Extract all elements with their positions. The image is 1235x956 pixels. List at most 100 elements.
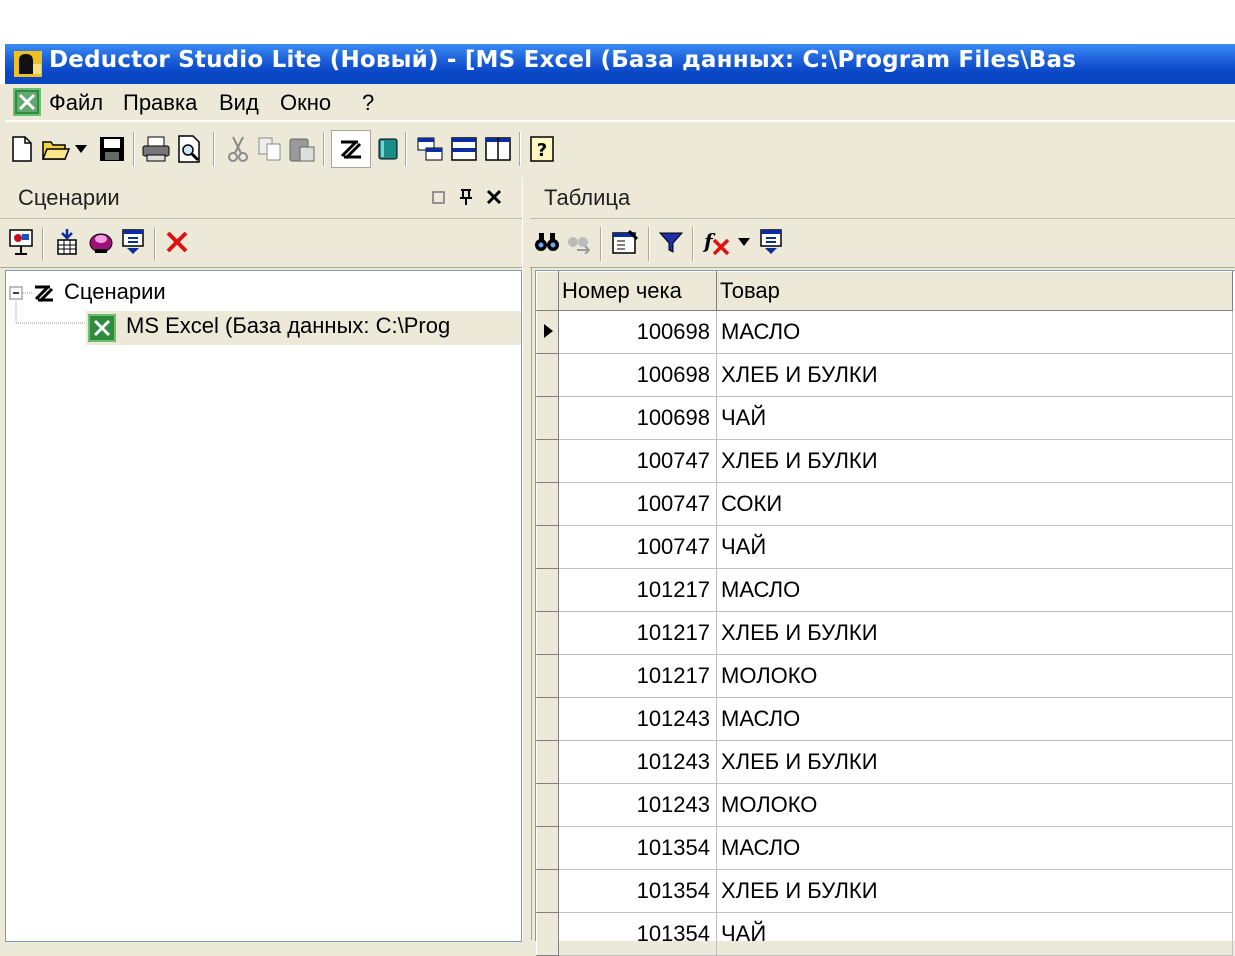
row-indicator[interactable]: [536, 826, 559, 870]
cell-receipt-number[interactable]: 101217: [558, 611, 717, 655]
wizard-icon[interactable]: [6, 227, 36, 257]
import-icon[interactable]: [52, 227, 82, 257]
collapse-icon[interactable]: [9, 286, 23, 300]
cell-receipt-number[interactable]: 101354: [558, 912, 717, 956]
table-row[interactable]: 101243 МОЛОКО: [536, 783, 1233, 827]
tree-item-ms-excel[interactable]: MS Excel (База данных: C:\Prog: [86, 311, 521, 345]
table-row[interactable]: 101217 МАСЛО: [536, 568, 1233, 612]
paste-icon[interactable]: [287, 134, 317, 164]
cell-product[interactable]: МАСЛО: [716, 697, 1233, 741]
pin-icon[interactable]: [458, 188, 474, 206]
row-indicator[interactable]: [536, 740, 559, 784]
tile-horizontal-icon[interactable]: [449, 134, 479, 164]
handler-icon[interactable]: [86, 227, 116, 257]
table-row[interactable]: 100747 ЧАЙ: [536, 525, 1233, 569]
menu-file[interactable]: Файл: [49, 90, 103, 116]
delete-icon[interactable]: [162, 227, 192, 257]
table-row[interactable]: 101217 ХЛЕБ И БУЛКИ: [536, 611, 1233, 655]
cell-receipt-number[interactable]: 100747: [558, 439, 717, 483]
table-row[interactable]: 100698 МАСЛО: [536, 310, 1233, 354]
print-icon[interactable]: [141, 134, 171, 164]
row-indicator[interactable]: [536, 783, 559, 827]
save-icon[interactable]: [97, 134, 127, 164]
cell-product[interactable]: ЧАЙ: [716, 525, 1233, 569]
menu-edit[interactable]: Правка: [123, 90, 197, 116]
cut-icon[interactable]: [223, 134, 253, 164]
cell-receipt-number[interactable]: 101217: [558, 568, 717, 612]
cell-receipt-number[interactable]: 100747: [558, 525, 717, 569]
cell-product[interactable]: МАСЛО: [716, 568, 1233, 612]
cascade-icon[interactable]: [415, 134, 445, 164]
filter-icon[interactable]: [656, 227, 686, 257]
cell-receipt-number[interactable]: 101243: [558, 740, 717, 784]
cell-product[interactable]: СОКИ: [716, 482, 1233, 526]
table-row[interactable]: 100698 ХЛЕБ И БУЛКИ: [536, 353, 1233, 397]
find-next-icon[interactable]: [564, 227, 594, 257]
row-indicator[interactable]: [536, 439, 559, 483]
table-row[interactable]: 100747 СОКИ: [536, 482, 1233, 526]
row-indicator[interactable]: [536, 611, 559, 655]
cell-product[interactable]: ХЛЕБ И БУЛКИ: [716, 869, 1233, 913]
scenarios-icon[interactable]: [331, 130, 371, 168]
column-header-receipt[interactable]: Номер чека: [558, 271, 717, 311]
app-icon[interactable]: [13, 50, 43, 78]
cell-product[interactable]: ЧАЙ: [716, 912, 1233, 956]
table-row[interactable]: 100747 ХЛЕБ И БУЛКИ: [536, 439, 1233, 483]
copy-icon[interactable]: [255, 134, 285, 164]
cell-receipt-number[interactable]: 101243: [558, 783, 717, 827]
cell-receipt-number[interactable]: 100747: [558, 482, 717, 526]
print-preview-icon[interactable]: [175, 134, 205, 164]
cell-product[interactable]: ХЛЕБ И БУЛКИ: [716, 740, 1233, 784]
table-row[interactable]: 101217 МОЛОКО: [536, 654, 1233, 698]
row-indicator[interactable]: [536, 568, 559, 612]
row-indicator[interactable]: [536, 525, 559, 569]
visualizer-icon[interactable]: [118, 227, 148, 257]
dropdown-arrow-icon[interactable]: [71, 134, 91, 164]
cell-product[interactable]: МОЛОКО: [716, 783, 1233, 827]
cell-product[interactable]: ХЛЕБ И БУЛКИ: [716, 353, 1233, 397]
find-icon[interactable]: [532, 227, 562, 257]
menu-help[interactable]: ?: [362, 90, 374, 116]
visualizer-icon[interactable]: [756, 227, 786, 257]
table-row[interactable]: 100698 ЧАЙ: [536, 396, 1233, 440]
cell-product[interactable]: МОЛОКО: [716, 654, 1233, 698]
column-header-product[interactable]: Товар: [716, 271, 1233, 311]
cell-product[interactable]: МАСЛО: [716, 826, 1233, 870]
cell-receipt-number[interactable]: 100698: [558, 310, 717, 354]
table-row[interactable]: 101354 ХЛЕБ И БУЛКИ: [536, 869, 1233, 913]
row-indicator[interactable]: [536, 654, 559, 698]
cell-product[interactable]: МАСЛО: [716, 310, 1233, 354]
help-icon[interactable]: ?: [527, 134, 557, 164]
cell-receipt-number[interactable]: 100698: [558, 396, 717, 440]
new-icon[interactable]: [7, 134, 37, 164]
table-row[interactable]: 101354 ЧАЙ: [536, 912, 1233, 956]
row-indicator[interactable]: [536, 697, 559, 741]
cell-receipt-number[interactable]: 101354: [558, 869, 717, 913]
table-row[interactable]: 101243 МАСЛО: [536, 697, 1233, 741]
row-indicator[interactable]: [536, 869, 559, 913]
calculated-field-icon[interactable]: f: [702, 227, 732, 257]
row-indicator[interactable]: [536, 482, 559, 526]
book-icon[interactable]: [373, 134, 403, 164]
excel-document-icon[interactable]: [13, 88, 41, 116]
table-row[interactable]: 101243 ХЛЕБ И БУЛКИ: [536, 740, 1233, 784]
row-indicator[interactable]: [536, 912, 559, 956]
cell-product[interactable]: ЧАЙ: [716, 396, 1233, 440]
menu-view[interactable]: Вид: [219, 90, 259, 116]
table-row[interactable]: 101354 МАСЛО: [536, 826, 1233, 870]
row-indicator[interactable]: [536, 310, 559, 354]
cell-receipt-number[interactable]: 100698: [558, 353, 717, 397]
cell-product[interactable]: ХЛЕБ И БУЛКИ: [716, 611, 1233, 655]
cell-product[interactable]: ХЛЕБ И БУЛКИ: [716, 439, 1233, 483]
row-indicator[interactable]: [536, 353, 559, 397]
cell-receipt-number[interactable]: 101243: [558, 697, 717, 741]
dropdown-arrow-icon[interactable]: [734, 227, 754, 257]
row-indicator[interactable]: [536, 396, 559, 440]
menu-window[interactable]: Окно: [280, 90, 331, 116]
open-icon[interactable]: [41, 134, 71, 164]
tile-vertical-icon[interactable]: [483, 134, 513, 164]
cell-receipt-number[interactable]: 101217: [558, 654, 717, 698]
close-icon[interactable]: [486, 189, 502, 205]
restore-icon[interactable]: [432, 191, 446, 205]
properties-icon[interactable]: [610, 227, 640, 257]
